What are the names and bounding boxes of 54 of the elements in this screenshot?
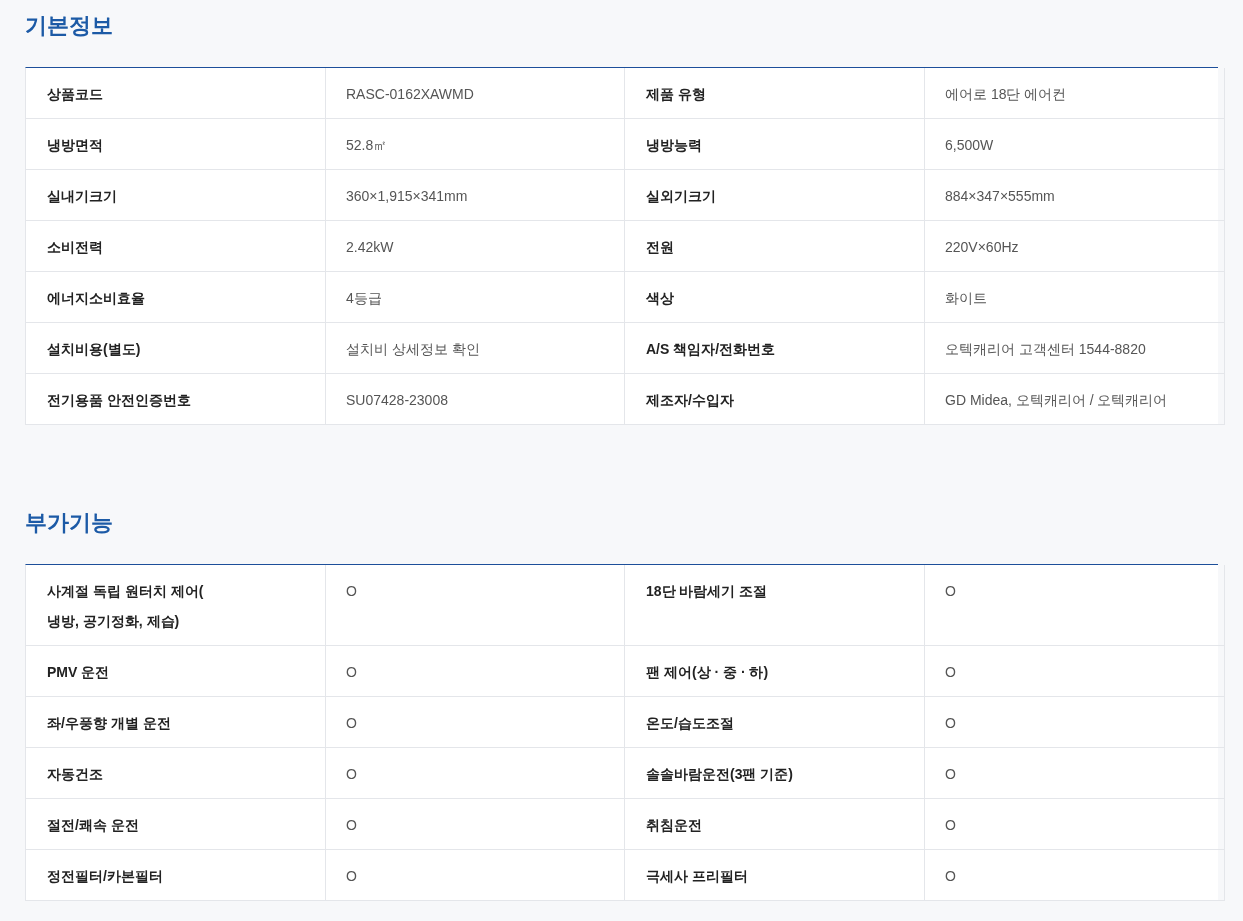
- field-value: O: [945, 663, 956, 682]
- field-label: 전기용품 안전인증번호: [47, 391, 191, 410]
- field-value: O: [945, 765, 956, 784]
- field-label: A/S 책임자/전화번호: [646, 340, 776, 359]
- field-label: 색상: [646, 289, 674, 308]
- field-value: RASC-0162XAWMD: [346, 85, 474, 104]
- field-value: O: [945, 714, 956, 733]
- field-label: 솔솔바람운전(3팬 기준): [646, 765, 793, 784]
- field-value: 360×1,915×341mm: [346, 187, 468, 206]
- field-label: 전원: [646, 238, 674, 257]
- field-label: 제품 유형: [646, 85, 706, 104]
- field-label: 팬 제어(상 · 중 · 하): [646, 663, 769, 682]
- field-value: O: [346, 582, 357, 601]
- field-label: 온도/습도조절: [646, 714, 734, 733]
- field-label: 18단 바람세기 조절: [646, 582, 768, 601]
- field-label: 좌/우풍향 개별 운전: [47, 714, 171, 733]
- field-label: 취침운전: [646, 816, 702, 835]
- field-label: 제조자/수입자: [646, 391, 734, 410]
- field-label: PMV 운전: [47, 663, 110, 682]
- field-label: 절전/쾌속 운전: [47, 816, 139, 835]
- field-value: 2.42kW: [346, 238, 394, 257]
- section-title: 기본정보: [25, 12, 113, 40]
- field-label: 자동건조: [47, 765, 103, 784]
- field-value: SU07428-23008: [346, 391, 448, 410]
- field-label: 냉방능력: [646, 136, 702, 155]
- field-value: O: [945, 816, 956, 835]
- field-value: 에어로 18단 에어컨: [945, 85, 1067, 104]
- field-label: 소비전력: [47, 238, 103, 257]
- field-value: O: [945, 582, 956, 601]
- field-label: 상품코드: [47, 85, 103, 104]
- field-value: O: [346, 663, 357, 682]
- field-value: 화이트: [945, 289, 987, 308]
- field-value: 220V×60Hz: [945, 238, 1019, 257]
- field-value: 설치비 상세정보 확인: [346, 340, 480, 359]
- field-value: 6,500W: [945, 136, 994, 155]
- field-value: O: [346, 867, 357, 886]
- field-value: 52.8㎡: [346, 136, 388, 155]
- field-value: 오텍캐리어 고객센터 1544-8820: [945, 340, 1146, 359]
- field-label: 실내기크기: [47, 187, 117, 206]
- field-label: 극세사 프리필터: [646, 867, 748, 886]
- field-label: 냉방면적: [47, 136, 103, 155]
- field-value: O: [945, 867, 956, 886]
- field-label: 정전필터/카본필터: [47, 867, 163, 886]
- field-label: 실외기크기: [646, 187, 716, 206]
- field-value: O: [346, 816, 357, 835]
- field-label: 설치비용(별도): [47, 340, 141, 359]
- field-value: 4등급: [346, 289, 382, 308]
- section-title: 부가기능: [25, 509, 113, 537]
- field-label: 에너지소비효율: [47, 289, 145, 308]
- field-label: 사계절 독립 원터치 제어( 냉방, 공기정화, 제습): [47, 582, 204, 631]
- field-value: GD Midea, 오텍캐리어 / 오텍캐리어: [945, 391, 1168, 410]
- field-value: O: [346, 714, 357, 733]
- field-value: 884×347×555mm: [945, 187, 1055, 206]
- field-value: O: [346, 765, 357, 784]
